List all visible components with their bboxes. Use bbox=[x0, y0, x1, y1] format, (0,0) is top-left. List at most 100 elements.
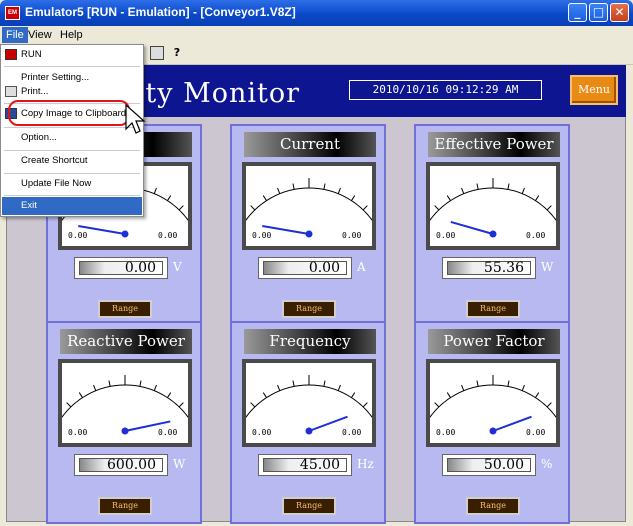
meter-tick bbox=[546, 205, 552, 211]
meter-tick bbox=[507, 380, 510, 387]
meter-tick bbox=[521, 384, 525, 391]
value-box: 0.00 bbox=[74, 257, 168, 279]
meter-value: 50.00 bbox=[447, 458, 531, 472]
meter-tick bbox=[446, 392, 451, 398]
highlight-ring bbox=[8, 100, 130, 126]
meter-tick bbox=[323, 183, 326, 190]
meter-unit: Hz bbox=[357, 457, 374, 471]
meter-tick bbox=[446, 195, 451, 201]
meter-value: 55.36 bbox=[447, 261, 531, 275]
meter-panel-power-factor: Power Factor 0.00 0.00 50.00 % Range bbox=[414, 321, 570, 524]
meter-dial: 0.00 0.00 bbox=[430, 178, 556, 240]
meter-tick bbox=[277, 384, 281, 391]
meter-tick bbox=[546, 402, 552, 408]
meter-unit: % bbox=[541, 457, 553, 471]
help-icon[interactable]: ? bbox=[170, 46, 184, 60]
menu-separator bbox=[4, 127, 140, 128]
emulator-window: EM Emulator5 [RUN - Emulation] - [Convey… bbox=[0, 0, 633, 526]
menu-bar bbox=[0, 26, 633, 44]
meter-value: 0.00 bbox=[79, 261, 163, 275]
meter-scale-arc bbox=[430, 384, 556, 418]
printer-icon bbox=[5, 86, 17, 97]
meter-tick bbox=[292, 380, 295, 387]
analog-meter: 0.00 0.00 bbox=[242, 162, 376, 250]
range-button[interactable]: Range bbox=[466, 497, 520, 515]
meter-tick bbox=[337, 384, 341, 391]
emulator-icon[interactable]: EM bbox=[5, 6, 20, 20]
meter-value: 600.00 bbox=[79, 458, 163, 472]
range-button[interactable]: Range bbox=[98, 497, 152, 515]
menu-separator bbox=[4, 195, 140, 196]
meter-tick bbox=[250, 402, 256, 408]
menu-separator bbox=[4, 66, 140, 67]
menu-item-option[interactable]: Option... bbox=[2, 129, 142, 147]
value-box: 50.00 bbox=[442, 454, 536, 476]
meter-unit: V bbox=[173, 260, 182, 274]
meter-scale-min: 0.00 bbox=[68, 231, 87, 240]
maximize-button[interactable]: □ bbox=[589, 3, 608, 22]
menu-item-print[interactable]: Print... bbox=[2, 83, 142, 101]
meter-unit: W bbox=[173, 457, 186, 471]
meter-tick bbox=[167, 392, 172, 398]
meter-tick bbox=[337, 187, 341, 194]
meter-dial: 0.00 0.00 bbox=[246, 178, 372, 240]
range-button[interactable]: Range bbox=[466, 300, 520, 318]
meter-tick bbox=[362, 205, 368, 211]
meter-tick bbox=[507, 183, 510, 190]
meter-needle-hub bbox=[489, 230, 497, 238]
minimize-button[interactable]: _ bbox=[568, 3, 587, 22]
window-icon[interactable] bbox=[150, 46, 164, 60]
meter-scale-min: 0.00 bbox=[436, 428, 455, 437]
datetime-display: 2010/10/16 09:12:29 AM bbox=[349, 80, 542, 100]
meter-scale-max: 0.00 bbox=[342, 428, 361, 437]
analog-meter: 0.00 0.00 bbox=[58, 359, 192, 447]
close-button[interactable]: ✕ bbox=[610, 3, 629, 22]
menu-separator bbox=[4, 150, 140, 151]
meter-tick bbox=[323, 380, 326, 387]
meter-tick bbox=[108, 380, 111, 387]
menu-help[interactable]: Help bbox=[56, 27, 87, 43]
meter-tick bbox=[461, 384, 465, 391]
meter-scale-min: 0.00 bbox=[252, 428, 271, 437]
menu-item-update-file[interactable]: Update File Now bbox=[2, 175, 142, 193]
meter-tick bbox=[153, 187, 157, 194]
meter-scale-max: 0.00 bbox=[158, 428, 177, 437]
menu-item-create-shortcut[interactable]: Create Shortcut bbox=[2, 152, 142, 170]
meter-needle-hub bbox=[121, 230, 129, 238]
meter-unit: W bbox=[541, 260, 554, 274]
meter-label: Reactive Power bbox=[60, 329, 192, 354]
meter-scale-arc bbox=[246, 384, 372, 418]
meter-tick bbox=[277, 187, 281, 194]
meter-tick bbox=[351, 195, 356, 201]
menu-view[interactable]: View bbox=[24, 27, 56, 43]
file-menu-dropdown: RUN Printer Setting... Print... Copy Ima… bbox=[0, 44, 144, 217]
menu-item-run[interactable]: RUN bbox=[2, 46, 142, 64]
value-box: 55.36 bbox=[442, 257, 536, 279]
meter-dial: 0.00 0.00 bbox=[246, 375, 372, 437]
meter-tick bbox=[362, 402, 368, 408]
meter-tick bbox=[262, 392, 267, 398]
range-button[interactable]: Range bbox=[98, 300, 152, 318]
range-button[interactable]: Range bbox=[282, 300, 336, 318]
meter-tick bbox=[167, 195, 172, 201]
meter-tick bbox=[521, 187, 525, 194]
meter-tick bbox=[476, 380, 479, 387]
meter-value: 0.00 bbox=[263, 261, 347, 275]
meter-tick bbox=[153, 384, 157, 391]
meter-label: Frequency bbox=[244, 329, 376, 354]
run-icon bbox=[5, 49, 17, 60]
meter-scale-max: 0.00 bbox=[526, 231, 545, 240]
screen-menu-button[interactable]: Menu bbox=[570, 75, 618, 105]
meter-needle-hub bbox=[305, 230, 313, 238]
meter-tick bbox=[78, 392, 83, 398]
meter-tick bbox=[476, 183, 479, 190]
menu-item-exit[interactable]: Exit bbox=[2, 197, 142, 215]
meter-scale-arc bbox=[62, 384, 188, 418]
meter-tick bbox=[262, 195, 267, 201]
meter-label: Effective Power bbox=[428, 132, 560, 157]
range-button[interactable]: Range bbox=[282, 497, 336, 515]
meter-tick bbox=[292, 183, 295, 190]
mouse-pointer-icon bbox=[125, 103, 146, 134]
meter-unit: A bbox=[357, 260, 366, 274]
meter-scale-max: 0.00 bbox=[158, 231, 177, 240]
